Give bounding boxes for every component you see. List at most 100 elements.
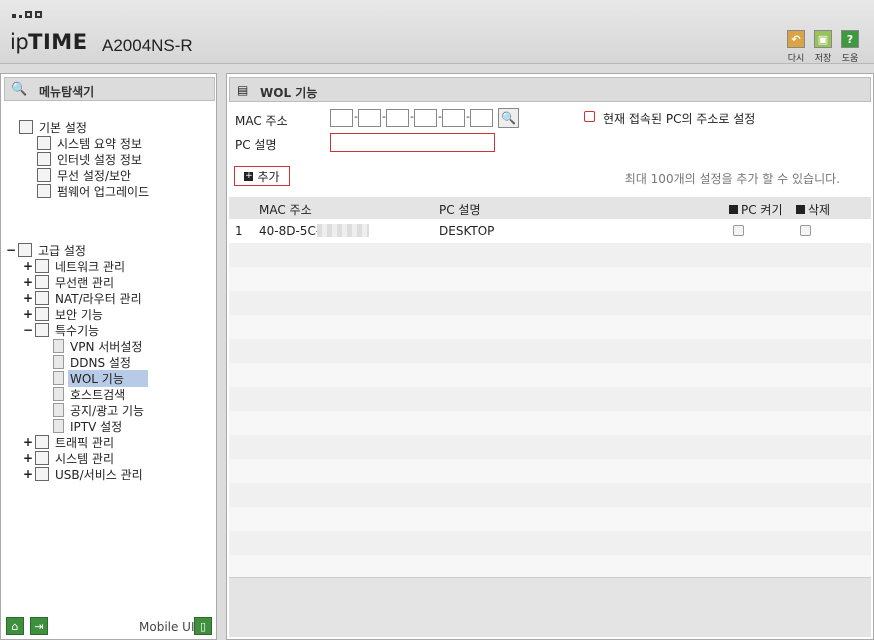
left-bottom-bar: ⌂ ⇥ Mobile UI ▯ xyxy=(1,613,216,639)
undo-icon: ↶ xyxy=(787,30,805,48)
search-icon: 🔍 xyxy=(11,82,28,97)
tree-advanced-settings[interactable]: − 고급 설정 xyxy=(6,242,88,258)
mac-octet-4[interactable] xyxy=(414,109,437,127)
special-icon xyxy=(35,323,49,337)
wol-panel: ▤ WOL 기능 MAC 주소 - - - - - 🔍 현재 접속된 PC의 주… xyxy=(226,73,874,640)
pc-name-input[interactable] xyxy=(330,133,495,152)
limit-text: 최대 100개의 설정을 추가 할 수 있습니다. xyxy=(624,172,840,186)
monitor-icon xyxy=(37,152,51,166)
header: ipTIME A2004NS-R ↶ 다시 ▣ 저장 ? 도움 xyxy=(0,0,874,64)
usb-icon xyxy=(35,467,49,481)
tree-wlan-management[interactable]: + 무선랜 관리 xyxy=(23,274,116,290)
page-icon xyxy=(53,419,64,433)
table-row xyxy=(229,339,871,363)
wol-title-bar: ▤ WOL 기능 xyxy=(229,77,871,102)
pc-label: PC 설명 xyxy=(235,138,277,152)
redacted-mac xyxy=(317,224,369,237)
table-row xyxy=(229,315,871,339)
tree-firmware-upgrade[interactable]: 펌웨어 업그레이드 xyxy=(37,183,151,199)
window-icon: ▤ xyxy=(237,83,249,97)
page-icon xyxy=(53,339,64,353)
mac-octet-2[interactable] xyxy=(358,109,381,127)
folder-icon xyxy=(18,243,32,257)
mobile-ui-label[interactable]: Mobile UI xyxy=(139,620,195,634)
table-row xyxy=(229,243,871,267)
power-on-checkbox[interactable] xyxy=(733,225,744,236)
wireless-icon xyxy=(35,275,49,289)
tree-security[interactable]: + 보안 기능 xyxy=(23,306,105,322)
bar-chart-icon xyxy=(35,451,49,465)
home-icon[interactable]: ⌂ xyxy=(6,617,24,635)
lock-icon xyxy=(35,307,49,321)
tree-basic-settings[interactable]: 기본 설정 xyxy=(19,119,89,135)
mac-octet-5[interactable] xyxy=(442,109,465,127)
table-row xyxy=(229,483,871,507)
tree-usb-service[interactable]: + USB/서비스 관리 xyxy=(23,466,145,482)
table-row xyxy=(229,459,871,483)
page-title: WOL 기능 xyxy=(260,86,318,100)
tree-host-search[interactable]: 호스트검색 xyxy=(53,386,127,402)
table-row xyxy=(229,411,871,435)
table-row xyxy=(229,267,871,291)
mac-octet-1[interactable] xyxy=(330,109,353,127)
power-on-icon xyxy=(729,205,738,214)
model-name: A2004NS-R xyxy=(102,36,193,55)
table-row xyxy=(229,507,871,531)
add-button[interactable]: + 추가 xyxy=(234,166,290,186)
tree-vpn-server[interactable]: VPN 서버설정 xyxy=(53,338,144,354)
save-icon: ▣ xyxy=(814,30,832,48)
page-icon xyxy=(53,371,64,385)
tree-internet-info[interactable]: 인터넷 설정 정보 xyxy=(37,151,144,167)
delete-icon xyxy=(796,205,805,214)
tree-iptv[interactable]: IPTV 설정 xyxy=(53,418,124,434)
folder-icon xyxy=(19,120,33,134)
network-icon xyxy=(35,259,49,273)
wol-table: MAC 주소 PC 설명 PC 켜기 삭제 1 40-8D-5C- DESKTO… xyxy=(229,197,871,579)
router-icon xyxy=(35,291,49,305)
mac-octet-6[interactable] xyxy=(470,109,493,127)
table-row: 1 40-8D-5C- DESKTOP xyxy=(229,219,871,243)
table-row xyxy=(229,555,871,579)
tree-notice-ad[interactable]: 공지/광고 기능 xyxy=(53,402,146,418)
mac-label: MAC 주소 xyxy=(235,114,288,128)
table-body: 1 40-8D-5C- DESKTOP xyxy=(229,219,871,579)
current-pc-label: 현재 접속된 PC의 주소로 설정 xyxy=(603,112,756,126)
table-row xyxy=(229,387,871,411)
help-button[interactable]: ? 도움 xyxy=(835,30,865,64)
tree-traffic-management[interactable]: + 트래픽 관리 xyxy=(23,434,116,450)
plus-icon: + xyxy=(244,170,254,181)
tree-special-features[interactable]: − 특수기능 xyxy=(23,322,101,338)
mac-search-button[interactable]: 🔍 xyxy=(498,108,519,128)
table-row xyxy=(229,531,871,555)
page-icon xyxy=(53,403,64,417)
tree-system-summary[interactable]: 시스템 요약 정보 xyxy=(37,135,144,151)
undo-button[interactable]: ↶ 다시 xyxy=(781,30,811,64)
mobile-icon[interactable]: ▯ xyxy=(194,617,212,635)
wireless-icon xyxy=(37,168,51,182)
tree-wireless-security[interactable]: 무선 설정/보안 xyxy=(37,167,133,183)
footer-bar xyxy=(229,577,871,637)
delete-checkbox[interactable] xyxy=(800,225,811,236)
iptime-logo: ipTIME xyxy=(10,30,88,54)
tree-network-management[interactable]: + 네트워크 관리 xyxy=(23,258,127,274)
menu-explorer-title-bar: 🔍 메뉴탐색기 xyxy=(4,77,215,101)
tree-wol[interactable]: WOL 기능 xyxy=(53,369,148,387)
mac-octet-3[interactable] xyxy=(386,109,409,127)
table-header: MAC 주소 PC 설명 PC 켜기 삭제 xyxy=(229,197,871,219)
page-icon xyxy=(53,387,64,401)
tree-ddns[interactable]: DDNS 설정 xyxy=(53,354,133,370)
help-icon: ? xyxy=(841,30,859,48)
traffic-icon xyxy=(35,435,49,449)
table-row xyxy=(229,435,871,459)
search-icon: 🔍 xyxy=(501,111,516,125)
logout-icon[interactable]: ⇥ xyxy=(30,617,48,635)
page-icon xyxy=(53,355,64,369)
tree-system-management[interactable]: + 시스템 관리 xyxy=(23,450,116,466)
logo-dots xyxy=(12,11,52,18)
table-row xyxy=(229,291,871,315)
table-row xyxy=(229,363,871,387)
tree-nat-router[interactable]: + NAT/라우터 관리 xyxy=(23,290,144,306)
save-button[interactable]: ▣ 저장 xyxy=(808,30,838,64)
bar-chart-icon xyxy=(37,136,51,150)
current-pc-checkbox[interactable] xyxy=(584,111,595,122)
